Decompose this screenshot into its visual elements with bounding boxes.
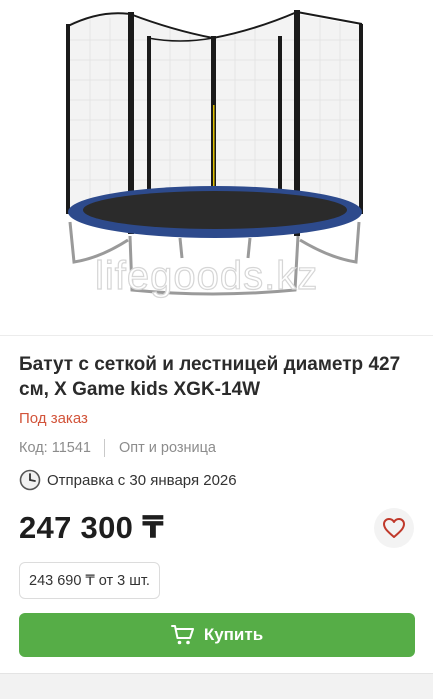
meta-separator [103, 439, 105, 457]
buy-button-label: Купить [203, 625, 264, 644]
cart-icon [170, 625, 194, 645]
product-code: Код: 11541 [19, 440, 91, 456]
favorite-button[interactable] [374, 508, 414, 548]
watermark: lifegoods.kz [94, 253, 319, 298]
bottom-bar [0, 673, 433, 699]
product-meta: Код: 11541 Опт и розница [19, 438, 216, 458]
divider [0, 335, 433, 336]
shipping-date: Отправка с 30 января 2026 [47, 471, 237, 489]
bulk-price-badge: 243 690 ₸ от 3 шт. [19, 562, 160, 599]
shipping-info: Отправка с 30 января 2026 [19, 469, 237, 491]
product-title: Батут с сеткой и лестницей диаметр 427 с… [19, 354, 401, 400]
availability-status: Под заказ [19, 410, 88, 427]
sale-type: Опт и розница [118, 440, 216, 456]
product-price: 247 300 ₸ [19, 510, 164, 545]
heart-icon [383, 518, 405, 538]
product-image[interactable]: lifegoods.kz [0, 0, 433, 335]
buy-button[interactable]: Купить [19, 613, 415, 657]
clock-icon [19, 469, 41, 491]
